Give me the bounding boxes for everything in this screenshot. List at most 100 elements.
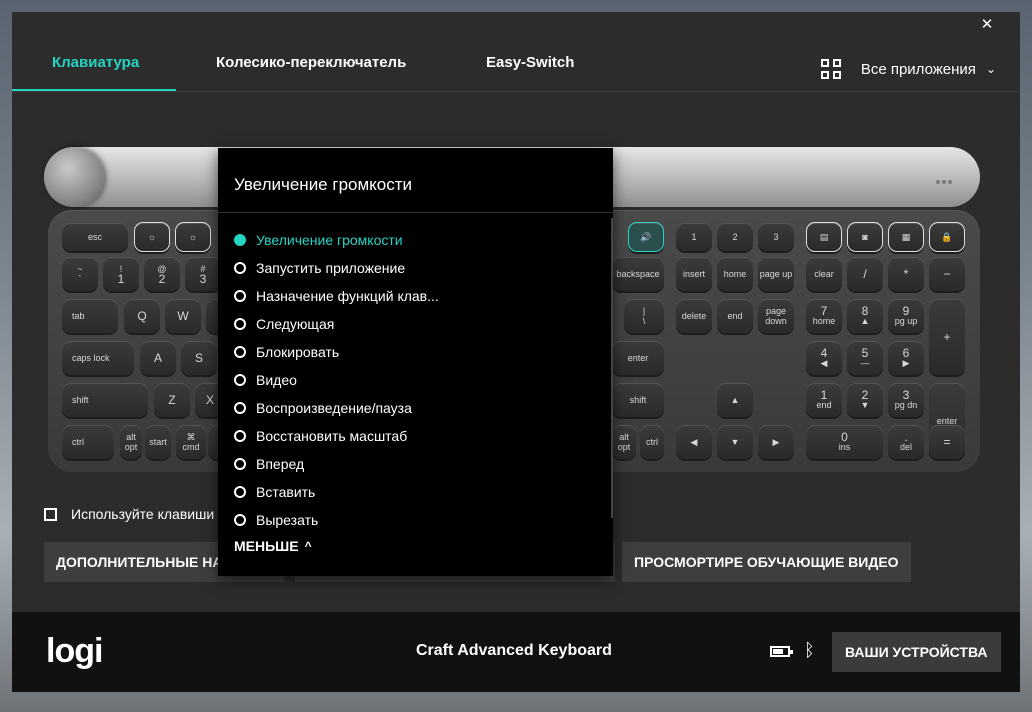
scrollbar[interactable]: [611, 218, 613, 518]
action-dropdown: Увеличение громкости Увеличение громкост…: [218, 148, 613, 576]
key-num-0[interactable]: 0 ins: [806, 425, 883, 459]
key-shift-right[interactable]: shift: [612, 383, 664, 417]
key-num-plus[interactable]: +: [929, 299, 965, 375]
radio-icon: [234, 458, 246, 470]
list-item[interactable]: Вставить: [234, 478, 604, 506]
key-screenshot[interactable]: ◙: [847, 222, 883, 252]
radio-icon: [234, 402, 246, 414]
tab-bar: Клавиатура Колесико-переключатель Easy-S…: [12, 12, 1020, 92]
key-q[interactable]: Q: [124, 299, 160, 333]
tab-crown[interactable]: Колесико-переключатель: [216, 54, 406, 71]
key-num-asterisk[interactable]: *: [888, 257, 924, 291]
key-arrow-up[interactable]: ▲: [717, 383, 753, 417]
key-alt-left[interactable]: alt opt: [120, 425, 142, 459]
key-num-4[interactable]: 4 ◀: [806, 341, 842, 375]
key-home[interactable]: home: [717, 257, 753, 291]
tutorial-videos-button[interactable]: ПРОСМОРТИРЕ ОБУЧАЮЩИЕ ВИДЕО: [622, 542, 911, 582]
key-w[interactable]: W: [165, 299, 201, 333]
key-f2[interactable]: ☼: [175, 222, 211, 252]
key-arrow-right[interactable]: ▶: [758, 425, 794, 459]
app-selector[interactable]: Все приложения ⌄: [820, 59, 996, 79]
key-s[interactable]: S: [181, 341, 217, 375]
key-tab[interactable]: tab: [62, 299, 118, 333]
key-num-8[interactable]: 8 ▲: [847, 299, 883, 333]
key-cmd-left[interactable]: ⌘ cmd: [176, 425, 206, 459]
your-devices-button[interactable]: ВАШИ УСТРОЙСТВА: [832, 632, 1001, 672]
key-arrow-left[interactable]: ◀: [676, 425, 712, 459]
radio-icon: [234, 234, 246, 246]
fkeys-option[interactable]: Используйте клавиши F: [44, 506, 227, 522]
key-ctrl-left[interactable]: ctrl: [62, 425, 114, 459]
crown-dial[interactable]: [44, 147, 104, 207]
key-f1[interactable]: ☼: [134, 222, 170, 252]
key-num-dot[interactable]: . del: [888, 425, 924, 459]
list-item[interactable]: Следующая: [234, 310, 604, 338]
key-ctrl-right[interactable]: ctrl: [640, 425, 664, 459]
key-clear[interactable]: clear: [806, 257, 842, 291]
footer-bar: logi Craft Advanced Keyboard ᛒ ВАШИ УСТР…: [12, 612, 1020, 692]
key-num-minus[interactable]: −: [929, 257, 965, 291]
key-easy-switch-1[interactable]: 1: [676, 223, 712, 251]
key-backquote[interactable]: ~ `: [62, 257, 98, 291]
tab-keyboard[interactable]: Клавиатура: [52, 54, 139, 71]
list-item-label: Видео: [256, 372, 297, 388]
key-insert[interactable]: insert: [676, 257, 712, 291]
key-2[interactable]: @2: [144, 257, 180, 291]
key-num-6[interactable]: 6 ▶: [888, 341, 924, 375]
list-item[interactable]: Видео: [234, 366, 604, 394]
list-item[interactable]: Увеличение громкости: [234, 226, 604, 254]
key-num-9[interactable]: 9 pg up: [888, 299, 924, 333]
bluetooth-icon: ᛒ: [804, 640, 815, 660]
key-calculator[interactable]: ▤: [806, 222, 842, 252]
key-a[interactable]: A: [140, 341, 176, 375]
key-num-slash[interactable]: /: [847, 257, 883, 291]
key-shift-left[interactable]: shift: [62, 383, 148, 417]
key-num-equals[interactable]: =: [929, 425, 965, 459]
radio-icon: [234, 346, 246, 358]
radio-icon: [234, 486, 246, 498]
tab-easy-switch[interactable]: Easy-Switch: [486, 54, 574, 71]
list-item-label: Следующая: [256, 316, 335, 332]
key-backslash[interactable]: | \: [624, 299, 664, 333]
device-name: Craft Advanced Keyboard: [416, 642, 612, 659]
key-arrow-down[interactable]: ▼: [717, 425, 753, 459]
list-item[interactable]: Вперед: [234, 450, 604, 478]
key-backspace[interactable]: backspace: [612, 257, 664, 291]
list-item[interactable]: Блокировать: [234, 338, 604, 366]
key-num-3[interactable]: 3 pg dn: [888, 383, 924, 417]
key-easy-switch-3[interactable]: 3: [758, 223, 794, 251]
key-num-1[interactable]: 1 end: [806, 383, 842, 417]
key-num-7[interactable]: 7 home: [806, 299, 842, 333]
list-item[interactable]: Запустить приложение: [234, 254, 604, 282]
key-page-down[interactable]: page down: [758, 299, 794, 333]
key-z[interactable]: Z: [154, 383, 190, 417]
key-caps-lock[interactable]: caps lock: [62, 341, 134, 375]
key-lock[interactable]: 🔒: [929, 222, 965, 252]
key-page-up[interactable]: page up: [758, 257, 794, 291]
list-item-label: Запустить приложение: [256, 260, 406, 276]
key-volume-up[interactable]: 🔊: [628, 222, 664, 252]
action-list: Увеличение громкости Запустить приложени…: [234, 226, 604, 534]
key-enter[interactable]: enter: [612, 341, 664, 375]
list-item[interactable]: Вырезать: [234, 506, 604, 534]
key-esc[interactable]: esc: [62, 223, 128, 251]
list-item-label: Вперед: [256, 456, 305, 472]
key-num-5[interactable]: 5—: [847, 341, 883, 375]
key-alt-right[interactable]: alt opt: [612, 425, 636, 459]
key-easy-switch-2[interactable]: 2: [717, 223, 753, 251]
key-1[interactable]: ! 1: [103, 257, 139, 291]
key-start[interactable]: start: [145, 425, 171, 459]
key-end[interactable]: end: [717, 299, 753, 333]
list-item[interactable]: Назначение функций клав...: [234, 282, 604, 310]
list-item-label: Блокировать: [256, 344, 340, 360]
list-item-label: Увеличение громкости: [256, 232, 403, 248]
key-num-2[interactable]: 2 ▼: [847, 383, 883, 417]
key-3[interactable]: #3: [185, 257, 221, 291]
show-less-button[interactable]: МЕНЬШЕ ^: [234, 538, 312, 554]
list-item[interactable]: Восстановить масштаб: [234, 422, 604, 450]
key-context-menu[interactable]: ▦: [888, 222, 924, 252]
radio-icon: [234, 430, 246, 442]
key-delete[interactable]: delete: [676, 299, 712, 333]
list-item[interactable]: Воспроизведение/пауза: [234, 394, 604, 422]
fkeys-checkbox[interactable]: [44, 507, 57, 521]
